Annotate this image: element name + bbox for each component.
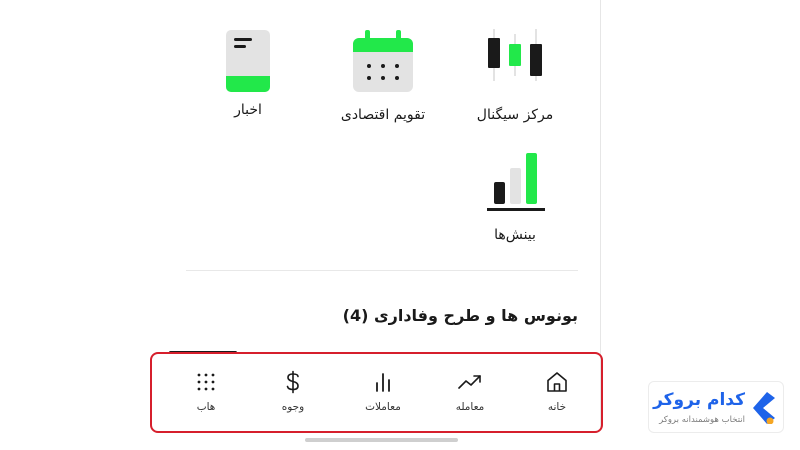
- nav-label-trades: معاملات: [365, 401, 401, 413]
- calendar-icon: [313, 30, 453, 96]
- hub-tile-calendar[interactable]: تقویم اقتصادی: [313, 26, 453, 131]
- nav-item-hub[interactable]: هاب: [171, 370, 241, 413]
- nav-label-funds: وجوه: [281, 401, 305, 413]
- candlestick-chart-icon: [445, 26, 585, 88]
- grid-dots-icon: [197, 373, 215, 391]
- hub-tile-signals[interactable]: مرکز سیگنال: [445, 26, 585, 131]
- hub-tile-news[interactable]: اخبار: [178, 26, 318, 126]
- hub-tile-label: تقویم اقتصادی: [340, 107, 426, 123]
- nav-label-trade: معامله: [455, 401, 485, 413]
- nav-item-trades[interactable]: معاملات: [348, 370, 418, 413]
- hub-tile-label: مرکز سیگنال: [476, 107, 554, 123]
- home-icon: [547, 372, 567, 392]
- bar-growth-icon: [445, 150, 585, 216]
- section-divider: [186, 270, 578, 271]
- watermark-title: کدام بروکر: [653, 390, 745, 410]
- nav-label-home: خانه: [547, 401, 567, 413]
- nav-item-trade[interactable]: معامله: [435, 370, 505, 413]
- nav-item-home[interactable]: خانه: [522, 370, 592, 413]
- bonus-section-title[interactable]: بونوس ها و طرح وفاداری (4): [186, 306, 578, 325]
- watermark-subtitle: انتخاب هوشمندانه بروکر: [659, 415, 745, 425]
- hub-tile-label: بینش‌ها: [494, 227, 536, 243]
- bottom-nav: خانه معامله معاملات وجوه هاب: [150, 352, 603, 433]
- bar-chart-icon: [376, 373, 390, 392]
- chevron-logo-icon: [753, 392, 775, 424]
- trend-up-icon: [458, 375, 481, 389]
- hub-tile-label: اخبار: [234, 102, 262, 118]
- dollar-icon: [286, 370, 299, 394]
- watermark-logo: کدام بروکر انتخاب هوشمندانه بروکر: [648, 381, 784, 433]
- nav-label-hub: هاب: [196, 401, 216, 413]
- hub-tile-insights[interactable]: بینش‌ها: [445, 150, 585, 250]
- nav-item-funds[interactable]: وجوه: [258, 370, 328, 413]
- news-book-icon: [178, 30, 318, 96]
- home-indicator: [305, 438, 458, 442]
